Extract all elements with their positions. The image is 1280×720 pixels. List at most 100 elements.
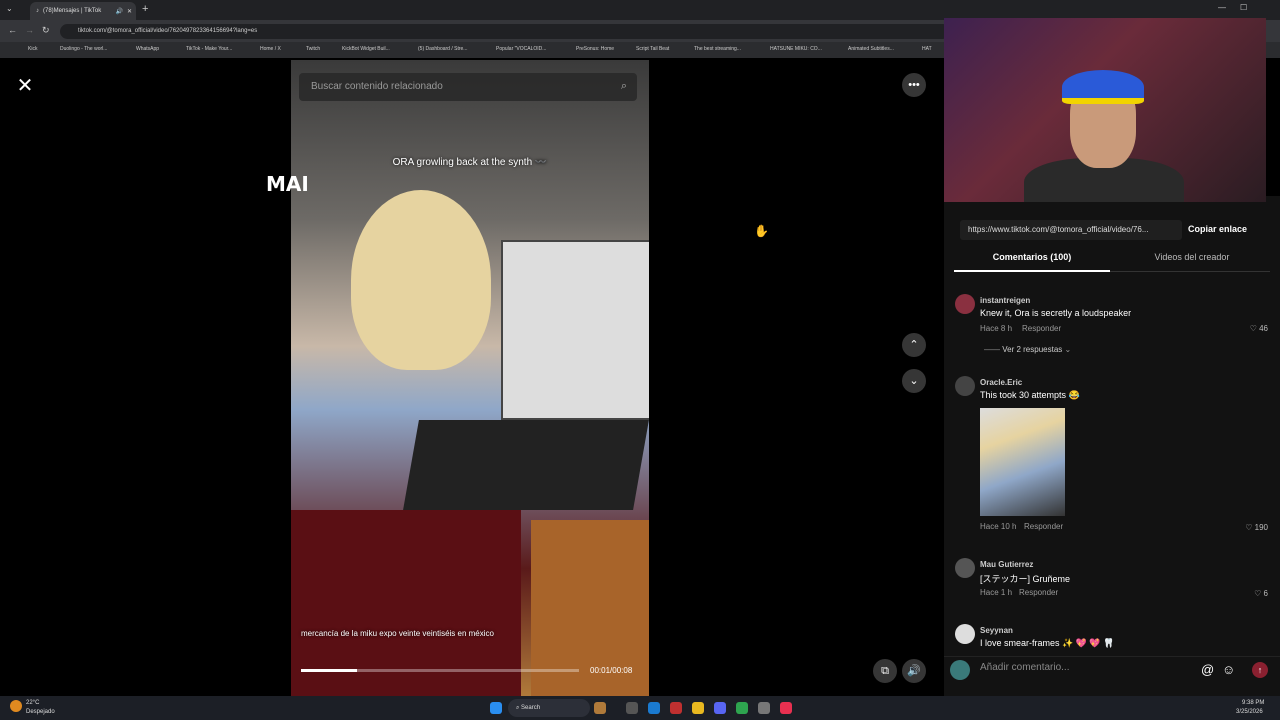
comment-time: Hace 10 h [980,522,1017,531]
bookmark-item[interactable]: Animated Subtitles... [848,46,894,52]
video-player[interactable] [291,60,649,696]
tab-list-button[interactable]: ⌄ [6,4,13,13]
minimize-button[interactable]: — [1218,3,1226,12]
chevron-up-icon[interactable]: ⌃ [902,333,926,357]
like-count: 6 [1263,589,1268,598]
heart-icon: ♡ [1249,324,1260,333]
comment-username[interactable]: instantreigen [980,296,1030,305]
heart-icon: ♡ [1254,589,1264,598]
taskbar-search[interactable]: ⌕ Search [508,699,590,717]
weather-temp[interactable]: 22°C [26,700,39,706]
tab-comments[interactable]: Comentarios (100) [954,252,1110,272]
video-progress-fill [301,669,357,672]
webcam-overlay [944,18,1266,202]
comment-username[interactable]: Seyynan [980,626,1013,635]
bookmark-item[interactable]: PreSonus: Home [576,46,614,52]
bookmark-item[interactable]: KickBot Widget Buil... [342,46,390,52]
bookmark-item[interactable]: The best streaming... [694,46,741,52]
back-icon[interactable]: ← [8,25,17,35]
bookmark-item[interactable]: HATSUNE MIKU: CO... [770,46,822,52]
tab-creator-videos[interactable]: Videos del creador [1114,252,1270,272]
forward-icon[interactable]: → [25,25,34,35]
reply-button[interactable]: Responder [1024,522,1063,531]
avatar[interactable] [955,294,975,314]
comment-time: Hace 8 h [980,324,1013,333]
chrome-icon[interactable] [736,702,748,714]
comments-tabs: Comentarios (100) Videos del creador [954,252,1270,272]
avatar[interactable] [955,624,975,644]
video-frame-shape [351,190,491,370]
tiktok-icon: ♪ [36,8,39,14]
bookmark-item[interactable]: (5) Dashboard / Stre... [418,46,467,52]
chevron-down-icon: ⌄ [1064,345,1072,354]
reload-icon[interactable]: ↻ [42,25,50,36]
video-progress-bar[interactable] [301,669,579,672]
taskbar: 22°C Despejado ⌕ Search 9:38 PM 3/25/202… [0,696,1280,720]
view-replies-button[interactable]: —— Ver 2 respuestas ⌄ [984,345,1071,354]
bookmark-item[interactable]: Popular "VOCALOID... [496,46,546,52]
related-search-input[interactable]: Buscar contenido relacionado ⌕ [299,73,637,101]
webcam-shape [1062,70,1144,104]
avatar[interactable] [955,376,975,396]
discord-icon[interactable] [714,702,726,714]
comment-username[interactable]: Mau Gutierrez [980,560,1033,569]
comment-text: This took 30 attempts 😂 [980,390,1080,400]
app-icon[interactable] [670,702,682,714]
video-link-field[interactable]: https://www.tiktok.com/@tomora_official/… [960,220,1182,240]
tab-close-icon[interactable]: ✕ [127,8,132,15]
mention-icon[interactable]: @ [1201,662,1214,677]
clock-time[interactable]: 9:38 PM [1242,700,1264,706]
my-avatar [950,660,970,680]
more-options-icon[interactable]: ••• [902,73,926,97]
comment-sticker-image[interactable] [980,408,1065,516]
view-replies-label: Ver 2 respuestas [1002,345,1063,354]
comment-likes[interactable]: ♡ 46 [1228,324,1268,333]
file-explorer-icon[interactable] [692,702,704,714]
windows-start-icon[interactable] [490,702,502,714]
heart-icon: ♡ [1245,523,1255,532]
comment-input[interactable]: Añadir comentario... [980,662,1176,678]
send-icon[interactable]: ↑ [1252,662,1268,678]
bookmark-item[interactable]: Script Tail Beat [636,46,669,52]
emoji-icon[interactable]: ☺ [1222,662,1235,677]
url-field[interactable]: tiktok.com/@tomora_official/video/762049… [60,24,950,39]
bookmark-item[interactable]: WhatsApp [136,46,159,52]
new-tab-button[interactable]: + [142,3,148,15]
reply-button[interactable]: Responder [1022,324,1061,333]
bookmark-item[interactable]: Twitch [306,46,320,52]
browser-tab-bar: ⌄ ♪ (78)Mensajes | TikTok 🔊 ✕ + — ☐ [0,0,1280,20]
task-view-icon[interactable] [626,702,638,714]
comment-text: Knew it, Ora is secretly a loudspeaker [980,308,1132,318]
music-app-icon[interactable] [780,702,792,714]
chevron-down-icon[interactable]: ⌄ [902,369,926,393]
bookmark-item[interactable]: TikTok - Make Your... [186,46,232,52]
bookmark-item[interactable]: HAT [922,46,932,52]
pip-icon[interactable]: ⧉ [873,659,897,683]
taskbar-search-label: Search [521,705,541,711]
edge-icon[interactable] [648,702,660,714]
close-icon[interactable]: ✕ [14,75,36,97]
browser-tab[interactable]: ♪ (78)Mensajes | TikTok 🔊 ✕ [30,2,136,20]
settings-icon[interactable] [758,702,770,714]
search-icon[interactable]: ⌕ [621,80,627,93]
comment-username[interactable]: Oracle.Eric [980,378,1022,387]
avatar[interactable] [955,558,975,578]
mouse-cursor-icon: ✋ [754,224,769,238]
comment-text: I love smear-frames ✨ 💖 💖 🦷 [980,638,1115,648]
comment-likes[interactable]: ♡ 190 [1228,523,1268,532]
video-frame-shape [403,420,649,510]
volume-icon[interactable]: 🔊 [902,659,926,683]
video-time: 00:01/00:08 [590,666,633,675]
reply-button[interactable]: Responder [1019,588,1058,597]
tab-audio-icon[interactable]: 🔊 [115,8,122,15]
bookmark-item[interactable]: Home / X [260,46,281,52]
widget-icon[interactable] [594,702,606,714]
bookmark-item[interactable]: Duolingo - The worl... [60,46,107,52]
comment-likes[interactable]: ♡ 6 [1228,589,1268,598]
stream-overlay-logo: MAI [266,172,309,196]
copy-link-button[interactable]: Copiar enlace [1188,224,1247,234]
search-placeholder: Buscar contenido relacionado [311,81,443,92]
bookmark-item[interactable]: Kick [28,46,37,52]
maximize-button[interactable]: ☐ [1240,3,1247,12]
comment-text: [ステッカー] Gruñeme [980,574,1071,584]
